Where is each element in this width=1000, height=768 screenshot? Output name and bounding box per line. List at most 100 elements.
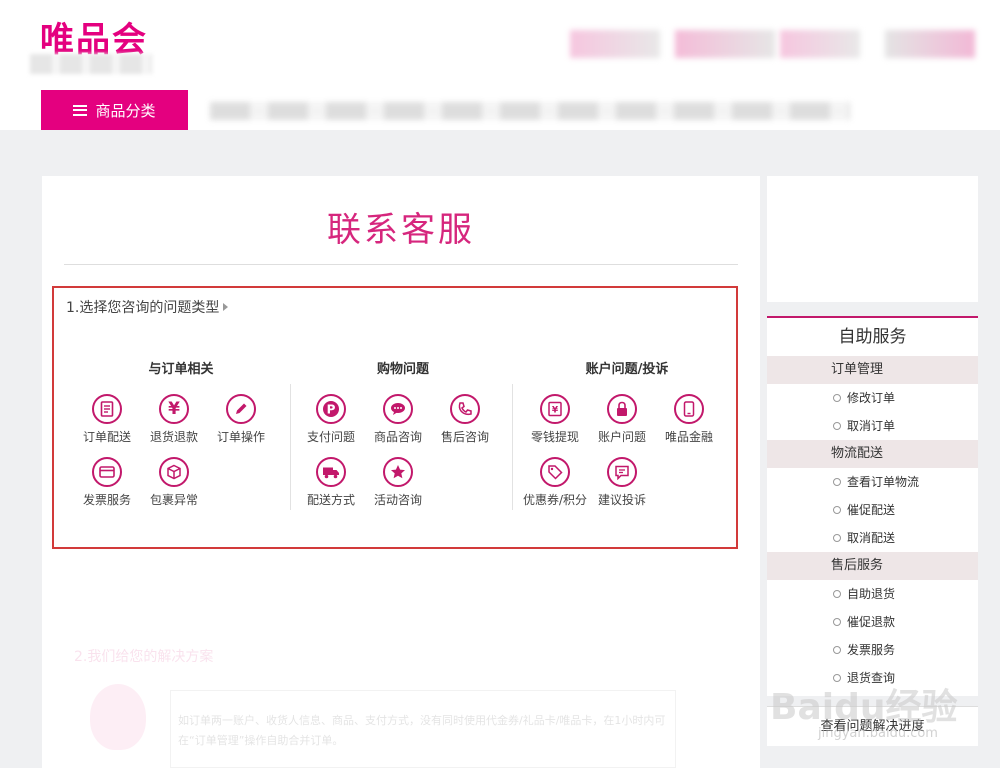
bullet-icon [833, 506, 841, 514]
option-account-issue[interactable]: 账户问题 [589, 394, 655, 445]
option-label: 发票服务 [82, 493, 131, 507]
category-button-label: 商品分类 [95, 101, 156, 120]
option-order-delivery[interactable]: 订单配送 [74, 394, 140, 445]
yen-icon: ¥ [159, 394, 189, 424]
sidebar-item-label: 发票服务 [847, 643, 896, 657]
option-label: 支付问题 [306, 430, 355, 444]
option-delivery-method[interactable]: 配送方式 [298, 457, 364, 508]
menu-icon [73, 104, 88, 116]
option-package-issue[interactable]: 包裹异常 [141, 457, 207, 508]
sidebar-item-label: 查看订单物流 [847, 475, 920, 489]
package-icon [159, 457, 189, 487]
option-suggestion-complaint[interactable]: 建议投诉 [589, 457, 655, 508]
phone-icon [450, 394, 480, 424]
top-link-blurred[interactable] [570, 30, 660, 58]
option-payment[interactable]: P 支付问题 [298, 394, 364, 445]
option-invoice[interactable]: 发票服务 [74, 457, 140, 508]
group-title: 与订单相关 [148, 362, 214, 377]
sidebar-item-label: 修改订单 [847, 391, 896, 405]
baidu-watermark: Baidu经验 [770, 687, 958, 728]
logo-tagline-blurred [30, 54, 152, 74]
option-label: 订单操作 [216, 430, 265, 444]
sidebar-item-label: 催促配送 [847, 503, 896, 517]
sidebar-title: 自助服务 [838, 327, 907, 347]
list-icon [92, 394, 122, 424]
option-label: 建议投诉 [597, 493, 646, 507]
page-title: 联系客服 [327, 210, 475, 250]
sidebar-item-urge-delivery[interactable]: 催促配送 [767, 496, 978, 524]
pay-icon: P [316, 394, 346, 424]
group-title: 购物问题 [376, 362, 429, 377]
bullet-icon [833, 646, 841, 654]
option-order-operation[interactable]: 订单操作 [208, 394, 274, 445]
option-promotion[interactable]: 活动咨询 [365, 457, 431, 508]
bullet-icon [833, 422, 841, 430]
tag-icon [540, 457, 570, 487]
chat-icon [383, 394, 413, 424]
bullet-icon [833, 618, 841, 626]
option-label: 优惠券/积分 [522, 493, 588, 507]
site-header: 唯品会 商品分类 [0, 0, 1000, 130]
bullet-icon [833, 534, 841, 542]
category-menu-button[interactable]: 商品分类 [41, 90, 188, 130]
option-cash-withdraw[interactable]: ¥ 零钱提现 [522, 394, 588, 445]
svg-text:¥: ¥ [552, 406, 559, 416]
sidebar-item-modify-order[interactable]: 修改订单 [767, 384, 978, 412]
arrow-right-icon [223, 303, 229, 311]
option-label: 退货退款 [149, 430, 198, 444]
sidebar-item-label: 催促退款 [847, 615, 896, 629]
contact-panel: 联系客服 1.选择您咨询的问题类型 与订单相关 购物问题 账户问题/投诉 订单配… [42, 176, 760, 768]
option-coupon-points[interactable]: 优惠券/积分 [522, 457, 588, 508]
truck-icon [316, 457, 346, 487]
mobile-icon [674, 394, 704, 424]
title-divider [64, 264, 738, 265]
bullet-icon [833, 590, 841, 598]
option-label: 包裹异常 [149, 493, 198, 507]
sidebar-item-invoice-service[interactable]: 发票服务 [767, 636, 978, 664]
lock-icon [607, 394, 637, 424]
top-link-blurred[interactable] [885, 30, 975, 58]
sidebar-item-cancel-delivery[interactable]: 取消配送 [767, 524, 978, 552]
sidebar-item-label: 取消订单 [847, 419, 896, 433]
star-icon [383, 457, 413, 487]
step-1-text: 1.选择您咨询的问题类型 [66, 300, 220, 316]
watermark-url: jingyan.baidu.com [818, 726, 938, 741]
pencil-icon [226, 394, 256, 424]
card-icon [92, 457, 122, 487]
option-label: 配送方式 [306, 493, 355, 507]
sidebar-item-urge-refund[interactable]: 催促退款 [767, 608, 978, 636]
self-service-sidebar: 自助服务 订单管理 修改订单 取消订单 物流配送 查看订单物流 催促配送 取消配… [767, 316, 978, 696]
top-link-blurred[interactable] [675, 30, 775, 58]
option-product-inquiry[interactable]: 商品咨询 [365, 394, 431, 445]
sidebar-item-track-order[interactable]: 查看订单物流 [767, 468, 978, 496]
nav-links-blurred[interactable] [210, 102, 850, 120]
step-1-label: 1.选择您咨询的问题类型 [66, 297, 229, 317]
bullet-icon [833, 394, 841, 402]
option-label: 商品咨询 [373, 430, 422, 444]
bullet-icon [833, 478, 841, 486]
option-return-refund[interactable]: ¥ 退货退款 [141, 394, 207, 445]
option-label: 售后咨询 [440, 430, 489, 444]
option-label: 活动咨询 [373, 493, 422, 507]
solution-text: 如订单两一账户、收货人信息、商品、支付方式，没有同时使用代金券/礼品卡/唯品卡，… [178, 714, 666, 747]
question-type-section: 1.选择您咨询的问题类型 与订单相关 购物问题 账户问题/投诉 订单配送 ¥ 退… [52, 286, 738, 549]
top-link-blurred[interactable] [780, 30, 860, 58]
step-2-label: 2.我们给您的解决方案 [74, 649, 214, 665]
svg-text:P: P [327, 403, 336, 417]
option-label: 订单配送 [82, 430, 131, 444]
option-label: 唯品金融 [664, 430, 713, 444]
option-after-sale[interactable]: 售后咨询 [432, 394, 498, 445]
wallet-icon: ¥ [540, 394, 570, 424]
option-label: 账户问题 [597, 430, 646, 444]
group-title: 账户问题/投诉 [585, 362, 669, 377]
message-icon [607, 457, 637, 487]
sidebar-banner [767, 176, 978, 302]
sidebar-item-self-return[interactable]: 自助退货 [767, 580, 978, 608]
sidebar-category: 售后服务 [767, 552, 978, 580]
sidebar-item-label: 取消配送 [847, 531, 896, 545]
group-divider [512, 384, 513, 510]
option-vip-finance[interactable]: 唯品金融 [656, 394, 722, 445]
sidebar-item-cancel-order[interactable]: 取消订单 [767, 412, 978, 440]
sidebar-category: 物流配送 [767, 440, 978, 468]
option-label: 零钱提现 [530, 430, 579, 444]
